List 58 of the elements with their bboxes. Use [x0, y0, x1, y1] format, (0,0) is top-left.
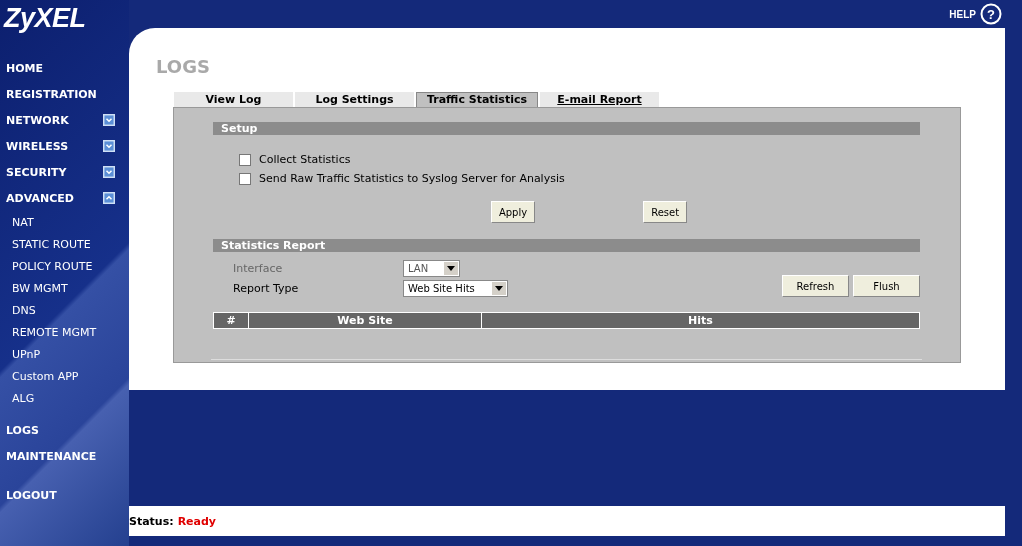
- checkbox-label: Collect Statistics: [259, 153, 351, 166]
- submenu-item[interactable]: STATIC ROUTE: [0, 233, 129, 255]
- dropdown[interactable]: Web Site Hits: [403, 280, 508, 297]
- sidebar-item[interactable]: ADVANCED: [0, 185, 129, 211]
- field-label: Report Type: [233, 282, 300, 295]
- sidebar-item-label[interactable]: LOGS: [6, 423, 39, 437]
- field-label: Interface: [233, 262, 284, 275]
- logout-link[interactable]: LOGOUT: [0, 482, 129, 508]
- sidebar-item[interactable]: NETWORK: [0, 107, 129, 133]
- submenu-item[interactable]: REMOTE MGMT: [0, 321, 129, 343]
- section-header: Setup: [213, 122, 920, 135]
- submenu-item[interactable]: ALG: [0, 387, 129, 409]
- form-button[interactable]: Refresh: [782, 275, 849, 297]
- form-button[interactable]: Apply: [490, 201, 536, 223]
- page-title: LOGS: [156, 56, 211, 79]
- sidebar-item-label[interactable]: WIRELESS: [6, 139, 69, 153]
- chevron-up-icon[interactable]: [103, 192, 115, 204]
- submenu-item[interactable]: UPnP: [0, 343, 129, 365]
- sidebar-item[interactable]: SECURITY: [0, 159, 129, 185]
- submenu-item[interactable]: DNS: [0, 299, 129, 321]
- dropdown-arrow-icon[interactable]: [447, 266, 455, 271]
- checkbox-label: Send Raw Traffic Statistics to Syslog Server for Analysis: [259, 172, 565, 185]
- tab[interactable]: Log Settings: [295, 92, 414, 107]
- status-label: Status:: [129, 514, 174, 528]
- submenu-item[interactable]: NAT: [0, 211, 129, 233]
- form-button[interactable]: Reset: [643, 201, 688, 223]
- checkbox[interactable]: [239, 153, 251, 166]
- logo: ZyXEL: [2, 2, 87, 35]
- chevron-down-icon[interactable]: [103, 166, 115, 178]
- sidebar-item[interactable]: REGISTRATION: [0, 81, 129, 107]
- sidebar-item[interactable]: HOME: [0, 55, 129, 81]
- checkbox[interactable]: [239, 172, 251, 185]
- sidebar-item-label[interactable]: MAINTENANCE: [6, 449, 97, 463]
- submenu-item[interactable]: POLICY ROUTE: [0, 255, 129, 277]
- sidebar-item[interactable]: LOGS: [0, 417, 129, 443]
- tab[interactable]: Traffic Statistics: [416, 92, 538, 107]
- sidebar-item-label[interactable]: HOME: [6, 61, 44, 75]
- dropdown-arrow-icon[interactable]: [495, 286, 503, 291]
- form-button[interactable]: Flush: [853, 275, 920, 297]
- submenu-item[interactable]: BW MGMT: [0, 277, 129, 299]
- tab[interactable]: View Log: [174, 92, 293, 107]
- sidebar-item-label[interactable]: ADVANCED: [6, 191, 74, 205]
- sidebar-item[interactable]: MAINTENANCE: [0, 443, 129, 469]
- sidebar-item-label[interactable]: SECURITY: [6, 165, 67, 179]
- column-header: #: [213, 312, 249, 329]
- column-header: Hits: [481, 312, 920, 329]
- status-value: Ready: [177, 514, 217, 528]
- chevron-down-icon[interactable]: [103, 140, 115, 152]
- help-link[interactable]: HELP: [949, 8, 976, 20]
- tab[interactable]: E-mail Report: [540, 92, 659, 107]
- chevron-down-icon[interactable]: [103, 114, 115, 126]
- section-header: Statistics Report: [213, 239, 920, 252]
- sidebar-item[interactable]: WIRELESS: [0, 133, 129, 159]
- sidebar-item-label[interactable]: REGISTRATION: [6, 87, 97, 101]
- sidebar-item-label[interactable]: NETWORK: [6, 113, 69, 127]
- column-header: Web Site: [248, 312, 482, 329]
- submenu-item[interactable]: Custom APP: [0, 365, 129, 387]
- help-icon[interactable]: ?: [980, 3, 1002, 25]
